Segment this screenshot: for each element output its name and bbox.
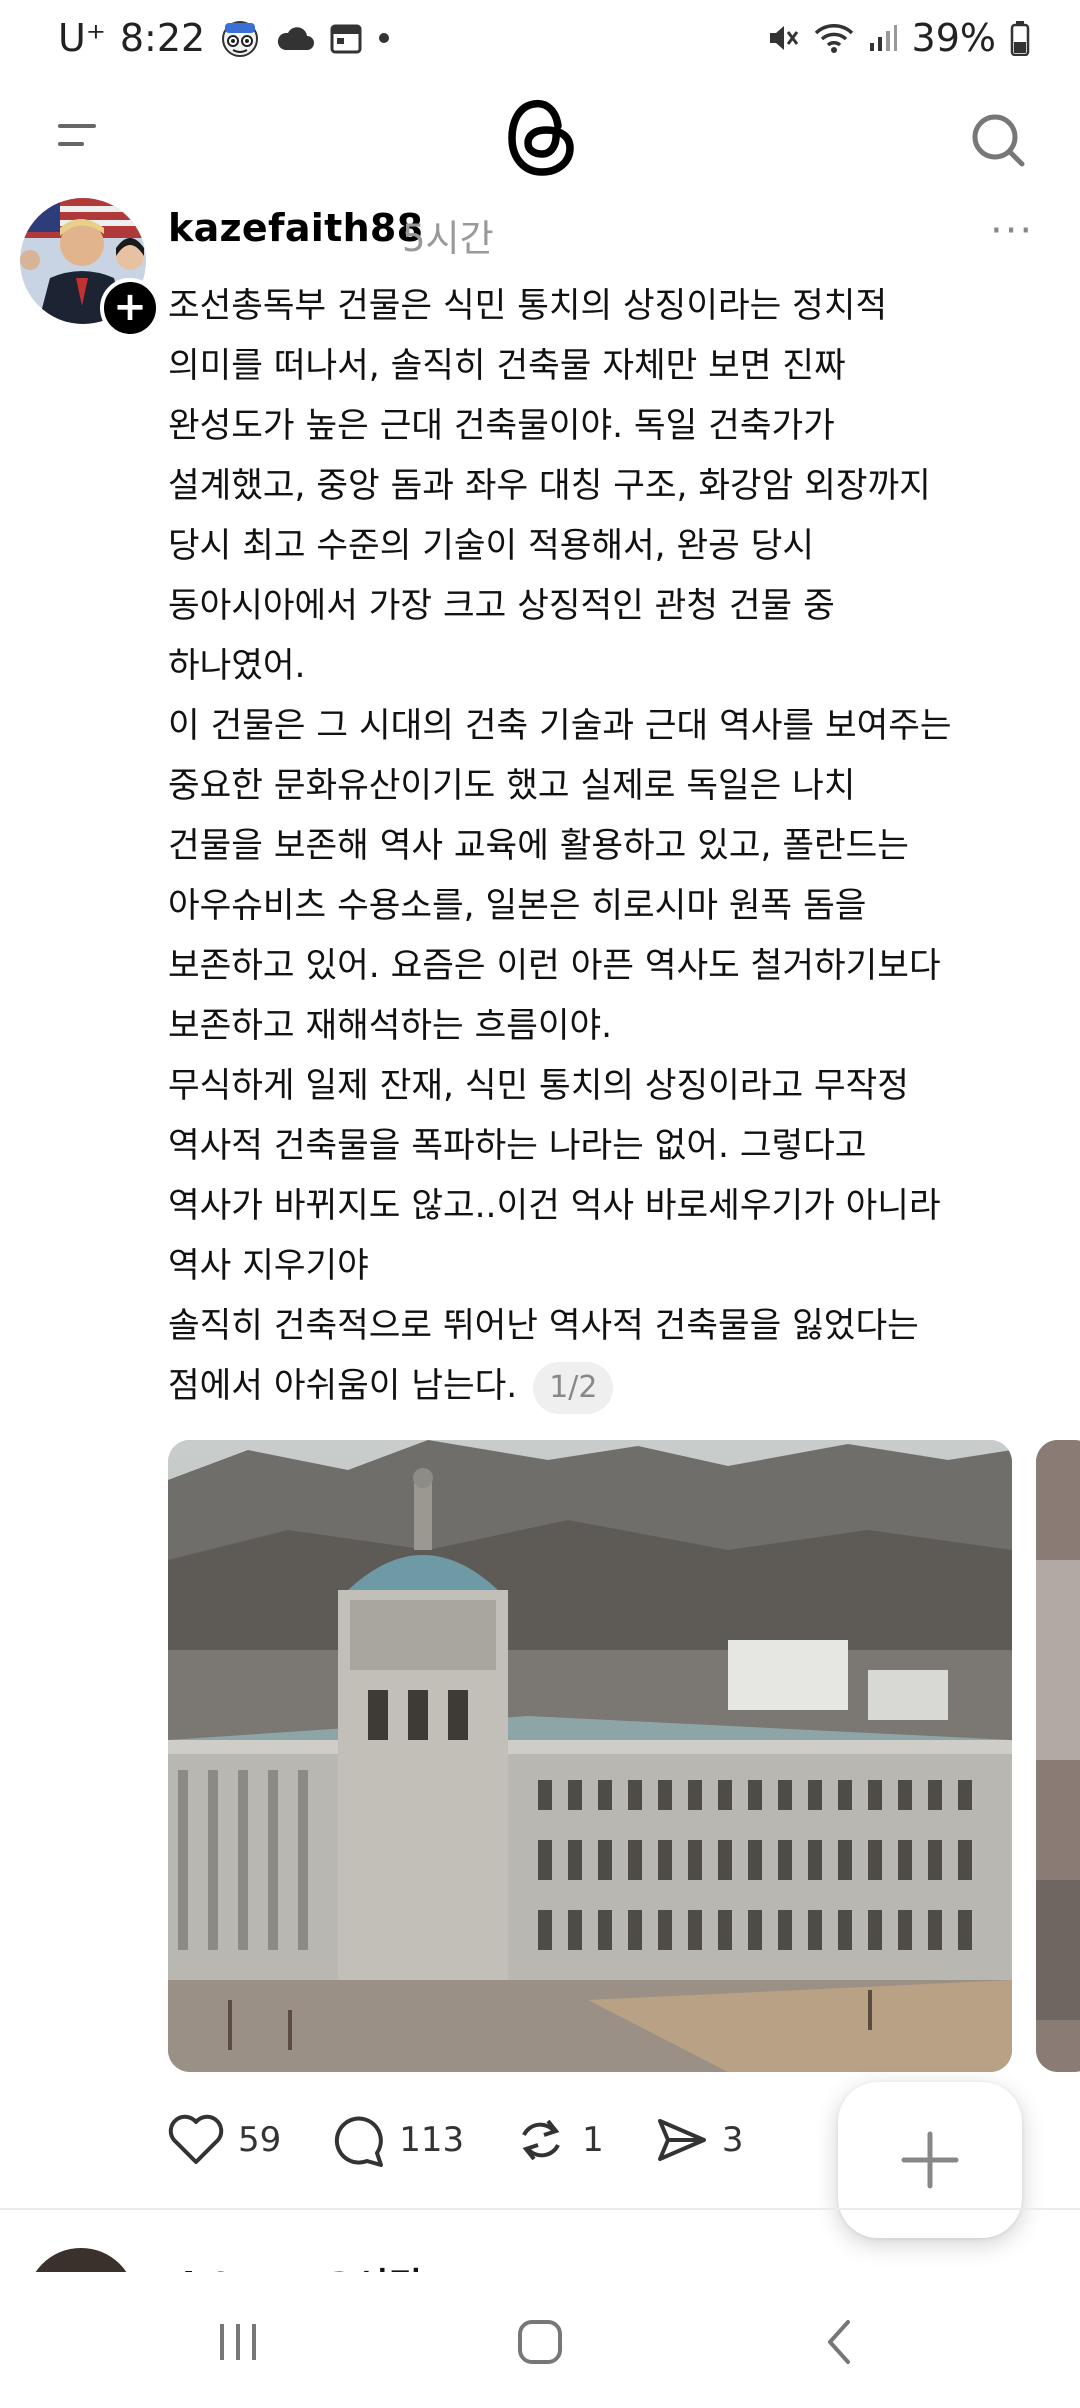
threads-logo-icon[interactable]: [500, 88, 580, 184]
signal-icon: [868, 23, 898, 53]
post-photo-next[interactable]: [1036, 1440, 1080, 2072]
like-count: 59: [238, 2120, 282, 2160]
post-line: 하나였어.: [168, 646, 306, 686]
post-line: 완성도가 높은 근대 건축물이야. 독일 건축가가: [168, 406, 835, 446]
heart-icon: [168, 2114, 224, 2166]
back-icon[interactable]: [810, 2312, 870, 2372]
new-post-button[interactable]: [838, 2082, 1022, 2238]
post-line: 역사가 바뀌지도 않고..이건 억사 바로세우기가 아니라: [168, 1186, 941, 1226]
post-photo[interactable]: [168, 1440, 1012, 2072]
post-actions: 59 113 1 3: [168, 2108, 793, 2172]
post-line: 솔직히 건축적으로 뛰어난 역사적 건축물을 잃었다는: [168, 1306, 919, 1346]
post-username[interactable]: kazefaith88: [168, 206, 423, 250]
post-line: 역사 지우기야: [168, 1246, 369, 1286]
cloud-icon: [275, 24, 315, 52]
battery-percent: 39%: [911, 16, 996, 60]
post-line: 보존하고 재해석하는 흐름이야.: [168, 1006, 613, 1046]
post-text: 조선총독부 건물은 식민 통치의 상징이라는 정치적 의미를 떠나서, 솔직히 …: [168, 276, 1048, 1416]
post-line: 의미를 떠나서, 솔직히 건축물 자체만 보면 진짜: [168, 346, 846, 386]
search-icon[interactable]: [968, 110, 1028, 170]
post-line-last: 점에서 아쉬움이 남는다. 1/2: [168, 1356, 1048, 1416]
post-line: 조선총독부 건물은 식민 통치의 상징이라는 정치적: [168, 286, 888, 326]
repost-button[interactable]: 1: [514, 2113, 604, 2167]
more-options-icon[interactable]: ···: [990, 208, 1040, 254]
comment-count: 113: [399, 2120, 465, 2160]
mascot-icon: [219, 17, 261, 59]
share-count: 3: [721, 2120, 744, 2160]
carrier-label: U⁺: [58, 16, 106, 60]
post-line: 동아시아에서 가장 크고 상징적인 관청 건물 중: [168, 586, 835, 626]
follow-plus-button[interactable]: +: [100, 278, 160, 338]
post-line: 무식하게 일제 잔재, 식민 통치의 상징이라고 무작정: [168, 1066, 909, 1106]
battery-icon: [1010, 20, 1030, 56]
post-line: 당시 최고 수준의 기술이 적용해서, 완공 당시: [168, 526, 815, 566]
repost-icon: [514, 2113, 568, 2167]
post-line: 보존하고 있어. 요즘은 이런 아픈 역사도 철거하기보다: [168, 946, 941, 986]
post-line: 아우슈비츠 수용소를, 일본은 히로시마 원폭 돔을: [168, 886, 867, 926]
comment-button[interactable]: 113: [331, 2113, 464, 2167]
plus-icon: [900, 2130, 960, 2194]
recents-icon[interactable]: [208, 2312, 268, 2372]
post-line: 설계했고, 중앙 돔과 좌우 대칭 구조, 화강암 외장까지: [168, 466, 931, 506]
post-divider: [0, 2208, 1080, 2210]
comment-icon: [331, 2113, 385, 2167]
post-line: 건물을 보존해 역사 교육에 활용하고 있고, 폴란드는: [168, 826, 909, 866]
send-icon: [654, 2113, 708, 2167]
share-button[interactable]: 3: [654, 2113, 744, 2167]
repost-count: 1: [582, 2120, 604, 2160]
mute-icon: [764, 20, 800, 56]
post-line: 중요한 문화유산이기도 했고 실제로 독일은 나치: [168, 766, 856, 806]
status-bar: U⁺ 8:22 39%: [0, 0, 1080, 76]
page-indicator: 1/2: [533, 1361, 614, 1414]
calendar-icon: [329, 21, 363, 55]
like-button[interactable]: 59: [168, 2114, 281, 2166]
home-icon[interactable]: [510, 2312, 570, 2372]
system-nav-bar: [0, 2272, 1080, 2408]
wifi-icon: [814, 21, 854, 55]
clock: 8:22: [119, 16, 206, 60]
dot-icon: [377, 31, 391, 45]
menu-icon[interactable]: [56, 118, 100, 158]
post-line: 이 건물은 그 시대의 건축 기술과 근대 역사를 보여주는: [168, 706, 952, 746]
post-time: 5시간: [402, 217, 494, 260]
post-line: 역사적 건축물을 폭파하는 나라는 없어. 그렇다고: [168, 1126, 867, 1166]
post-last-text: 점에서 아쉬움이 남는다.: [168, 1366, 518, 1406]
app-header: [0, 80, 1080, 200]
